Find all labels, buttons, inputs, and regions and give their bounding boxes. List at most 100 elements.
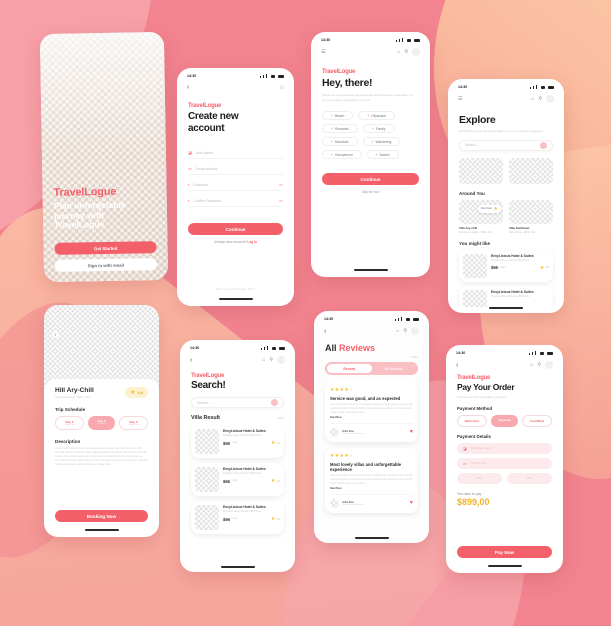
status-time: 14:30	[190, 346, 200, 350]
hotel-meta: Royalbox Street, Number 188 Pott Av.	[223, 473, 262, 476]
method-payment[interactable]: Payment	[490, 415, 519, 427]
page-title: Search!	[191, 380, 226, 391]
reviews-list: ★★★★★ Service was good, and as expected …	[314, 382, 429, 537]
interest-tag-wandering[interactable]: + Wandering	[362, 137, 401, 146]
search-input[interactable]: Search...	[191, 397, 284, 408]
hotel-card[interactable]: EnvyLicious Hotel & Suites Royalbox Stre…	[459, 249, 553, 282]
around-you-card[interactable]: Villa Sunflower Batu Jimbar - 880k / Uni…	[509, 199, 553, 234]
search-icon[interactable]: ⚲	[537, 362, 541, 368]
search-header: TravelLogue Search!	[180, 373, 295, 391]
username-field[interactable]: ◪ User Name	[188, 150, 283, 159]
screen-brand: TravelLogue	[188, 103, 222, 109]
back-icon[interactable]: ‹	[187, 84, 189, 91]
heart-icon[interactable]: ♥	[410, 429, 413, 436]
hotel-meta: Royalbox Street, Number 188 Pott Av.	[491, 295, 530, 298]
hotel-card[interactable]: EnvyLicious Hotel & Suites Royalbox Stre…	[459, 285, 553, 307]
home-indicator	[353, 269, 388, 271]
email-field[interactable]: ▭ Email address	[188, 166, 283, 175]
detail-title: Hill Ary-Chill	[55, 387, 94, 394]
bell-icon[interactable]: ⌂	[396, 328, 399, 334]
back-icon[interactable]: ‹	[456, 362, 458, 369]
hotel-card[interactable]: EnvyLicious Hotel & Suites Royalbox Stre…	[191, 425, 284, 458]
day-chip-1[interactable]: Day 1 Check In	[55, 416, 84, 430]
tab-all-reviews[interactable]: All Reviews	[372, 364, 417, 373]
review-card[interactable]: ★★★★★ Service was good, and as expected …	[325, 382, 418, 442]
share-icon[interactable]: ⇪	[52, 331, 59, 338]
filter-button[interactable]: Filter	[325, 355, 418, 359]
menu-icon[interactable]: ☰	[458, 96, 462, 102]
review-author-meta: From United Kingdom	[342, 504, 364, 507]
payment-method-list: Bank Card Payment CashWow	[457, 415, 553, 427]
tab-recent[interactable]: Recent	[327, 364, 372, 373]
review-card[interactable]: ★★★★★ Most lovely villas and unforgettab…	[325, 447, 418, 514]
method-cashwow[interactable]: CashWow	[522, 415, 553, 427]
eye-icon[interactable]: ▭	[279, 198, 283, 203]
bell-icon[interactable]: ⌂	[262, 357, 265, 363]
day-chip-2[interactable]: Day 2 Trip Area	[88, 416, 115, 430]
explore-hero-image-2[interactable]	[509, 157, 553, 184]
confirm-password-field[interactable]: ▪ Confirm Password ▭	[188, 198, 283, 207]
interest-tag-cityscape[interactable]: + Cityscape	[358, 111, 395, 120]
section-heading-around-you: Around You	[459, 190, 485, 196]
help-icon[interactable]: ⊙	[280, 85, 284, 91]
read-more-link[interactable]: Read More	[330, 417, 413, 419]
status-time: 14:30	[458, 85, 468, 89]
avatar[interactable]	[412, 48, 420, 56]
around-you-meta: Seminyak Canggu - 980k / Unit	[459, 230, 493, 234]
avatar[interactable]	[545, 361, 553, 369]
search-icon[interactable]: ⚲	[404, 49, 408, 55]
interest-tag-nature[interactable]: + Nature	[366, 150, 399, 159]
explore-hero-image-1[interactable]	[459, 157, 503, 184]
around-you-section: Around You Best Deal ★ Villa Ary-chill S…	[448, 191, 564, 234]
search-icon[interactable]	[540, 141, 547, 149]
section-heading-method: Payment Method	[457, 406, 493, 411]
method-bank-card[interactable]: Bank Card	[457, 415, 487, 427]
avatar[interactable]	[277, 356, 285, 364]
legal-text: Terms of use and Privacy Policy	[215, 287, 256, 291]
bell-icon[interactable]: ⌂	[531, 96, 534, 102]
interest-tag-family[interactable]: + Family	[362, 124, 395, 133]
heart-icon[interactable]: ♥	[410, 500, 413, 507]
day-chip-3[interactable]: Day 3 Check Out	[119, 416, 148, 430]
interest-tag-mountain[interactable]: + Mountain	[322, 137, 358, 146]
around-you-card[interactable]: Best Deal ★ Villa Ary-chill Seminyak Can…	[459, 199, 503, 234]
hotel-card[interactable]: EnvyLicious Hotel & Suites Royalbox Stre…	[191, 501, 284, 534]
booking-now-button[interactable]: Booking Now	[55, 510, 148, 522]
sign-in-email-button[interactable]: Sign in with email	[54, 258, 157, 272]
nav-row: ‹ ⌂ ⚲	[180, 352, 295, 368]
card-cvv-field[interactable]: CVV	[507, 473, 552, 484]
card-date-field[interactable]: Date	[457, 473, 502, 484]
hotel-thumbnail	[195, 505, 219, 530]
continue-button[interactable]: Continue	[322, 173, 419, 185]
avatar[interactable]	[546, 95, 554, 103]
menu-icon[interactable]: ☰	[321, 49, 325, 55]
search-input[interactable]: Search...	[459, 139, 553, 151]
interest-tag-beach[interactable]: + Beach	[322, 111, 354, 120]
search-icon[interactable]	[271, 399, 278, 406]
interest-tag-romantic[interactable]: + Romantic	[322, 124, 358, 133]
interest-tag-honeymoon[interactable]: + Honeymoon	[322, 150, 362, 159]
continue-button[interactable]: Continue	[188, 223, 283, 235]
cardholder-name-field[interactable]: ◪ Cardholder Name	[457, 443, 552, 454]
hotel-rating: 4.6	[276, 441, 280, 445]
search-icon[interactable]: ⚲	[538, 96, 542, 102]
back-icon[interactable]: ‹	[324, 328, 326, 335]
filter-button[interactable]: Filter	[278, 416, 284, 420]
pay-now-button[interactable]: Pay Now	[457, 546, 552, 558]
card-number-field[interactable]: ▭ Card Number	[457, 458, 552, 469]
hotel-card[interactable]: EnvyLicious Hotel & Suites Royalbox Stre…	[191, 463, 284, 496]
avatar[interactable]	[411, 327, 419, 335]
hotel-meta: Royalbox Street, Number 188 Pott Av.	[223, 511, 262, 514]
nav-row: ☰ ⌂ ⚲	[311, 44, 430, 60]
bell-icon[interactable]: ⌂	[530, 362, 533, 368]
get-started-button[interactable]: Get Started	[54, 241, 157, 255]
status-bar: 14:30	[446, 345, 563, 357]
search-icon[interactable]: ⚲	[269, 357, 273, 363]
back-icon[interactable]: ‹	[190, 357, 192, 364]
phone-screen-splash: 14:30 TravelLogue Plan unforgetable jour…	[39, 31, 169, 283]
search-icon[interactable]: ⚲	[403, 328, 407, 334]
password-field[interactable]: ▪ Password ▭	[188, 182, 283, 191]
bell-icon[interactable]: ⌂	[397, 49, 400, 55]
eye-icon[interactable]: ▭	[279, 182, 283, 187]
read-more-link[interactable]: Read More	[330, 488, 413, 490]
